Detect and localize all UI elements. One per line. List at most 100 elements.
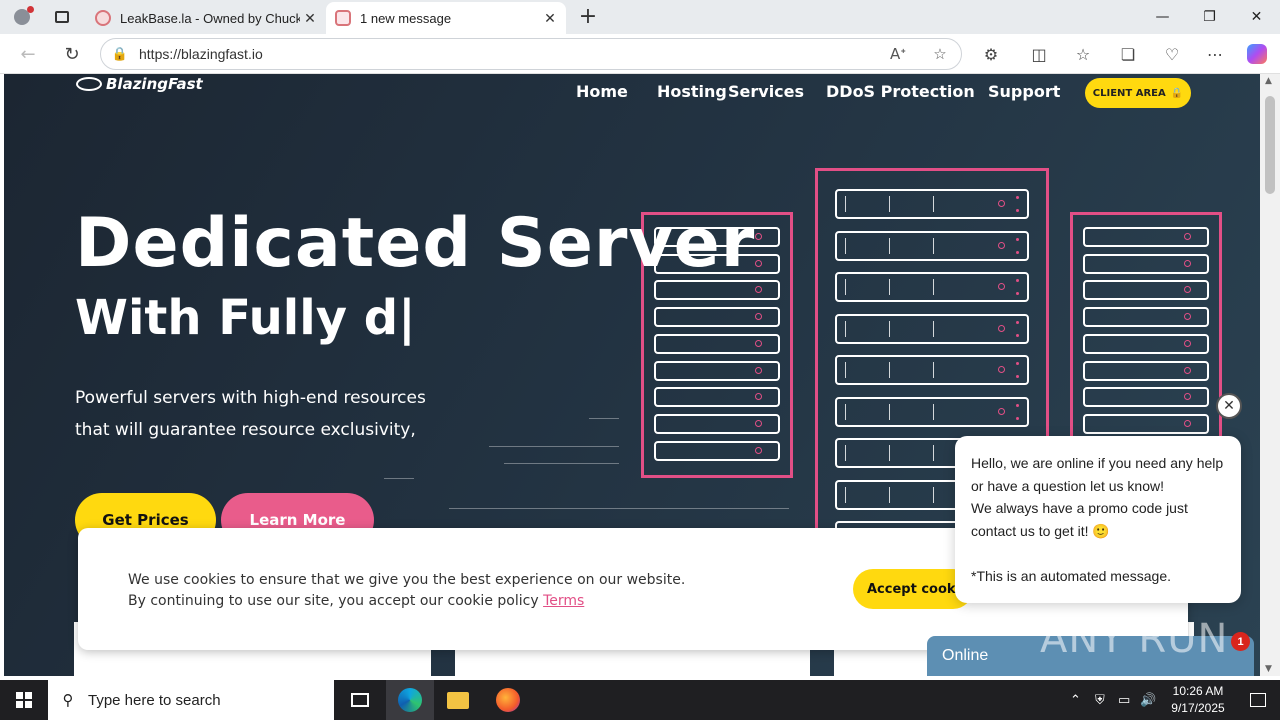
chat-close-icon[interactable]: ✕ xyxy=(1216,393,1242,419)
server-unit xyxy=(1083,307,1209,328)
hero-subtitle: With Fully d| xyxy=(75,290,416,346)
server-unit xyxy=(654,440,780,461)
hero-desc-line: Powerful servers with high-end resources xyxy=(75,388,426,408)
tab-bar: LeakBase.la - Owned by Chucky ✕ 1 new me… xyxy=(0,0,1280,34)
server-unit xyxy=(835,272,1029,302)
chat-text: Hello, we are online if you need any hel… xyxy=(971,455,1224,471)
terms-link[interactable]: Terms xyxy=(543,593,584,609)
url-text[interactable]: https://blazingfast.io xyxy=(139,46,877,62)
close-tab-icon[interactable]: ✕ xyxy=(540,10,560,27)
network-icon[interactable]: ▭ xyxy=(1118,680,1130,720)
site-logo[interactable]: BlazingFast xyxy=(76,74,203,94)
close-tab-icon[interactable]: ✕ xyxy=(300,10,320,27)
security-icon[interactable]: ⛨ xyxy=(1095,680,1105,720)
more-icon[interactable]: ⋯ xyxy=(1200,40,1230,68)
browser-essentials-icon[interactable]: ♡ xyxy=(1157,40,1187,68)
server-unit xyxy=(654,413,780,434)
client-area-button[interactable]: CLIENT AREA 🔒 xyxy=(1085,78,1191,108)
tab-blazingfast[interactable]: 1 new message ✕ xyxy=(326,2,566,34)
extensions-icon[interactable]: ⚙ xyxy=(976,40,1006,68)
scroll-thumb[interactable] xyxy=(1265,96,1275,194)
lock-icon[interactable]: 🔒 xyxy=(101,47,139,62)
copilot-icon[interactable] xyxy=(1242,40,1272,68)
server-unit xyxy=(654,333,780,354)
decor-line xyxy=(589,418,619,419)
page-scrollbar[interactable]: ▲ ▼ xyxy=(1260,74,1280,676)
nav-home[interactable]: Home xyxy=(576,82,628,101)
server-unit xyxy=(1083,227,1209,247)
tray-chevron-icon[interactable]: ⌃ xyxy=(1070,680,1081,720)
chat-text: contact us to get it! 🙂 xyxy=(971,522,1110,539)
decor-line xyxy=(504,463,619,464)
decor-line xyxy=(449,508,789,509)
system-clock[interactable]: 10:26 AM 9/17/2025 xyxy=(1160,683,1236,717)
decor-line xyxy=(384,478,414,479)
search-icon: ⚲ xyxy=(62,691,74,709)
split-screen-icon[interactable]: ◫ xyxy=(1024,40,1054,68)
chat-message-bubble[interactable]: Hello, we are online if you need any hel… xyxy=(955,436,1241,603)
task-view-icon[interactable] xyxy=(336,680,384,720)
refresh-icon[interactable]: ↻ xyxy=(58,40,86,68)
windows-logo-icon xyxy=(16,692,32,708)
tab-title: 1 new message xyxy=(360,10,452,26)
scroll-down-icon[interactable]: ▼ xyxy=(1265,664,1272,674)
lock-icon: 🔒 xyxy=(1170,87,1184,99)
firefox-icon[interactable] xyxy=(484,680,532,720)
tab-title: LeakBase.la - Owned by Chucky xyxy=(120,10,300,26)
server-unit xyxy=(1083,253,1209,274)
tab-actions-icon[interactable] xyxy=(44,0,80,34)
restore-icon[interactable]: ❐ xyxy=(1186,0,1233,34)
clock-date: 9/17/2025 xyxy=(1171,701,1225,715)
new-tab-icon[interactable]: + xyxy=(576,4,600,30)
nav-ddos-protection[interactable]: DDoS Protection xyxy=(826,82,975,101)
start-button[interactable] xyxy=(0,680,48,720)
decor-line xyxy=(489,446,619,447)
chat-text: or have a question let us know! xyxy=(971,477,1165,494)
client-area-label: CLIENT AREA xyxy=(1092,87,1166,99)
taskbar: ⚲ Type here to search ⌃ ⛨ ▭ 🔊 10:26 AM 9… xyxy=(0,680,1280,720)
close-window-icon[interactable]: ✕ xyxy=(1233,0,1280,34)
server-unit xyxy=(1083,387,1209,408)
favorites-icon[interactable]: ☆ xyxy=(1068,40,1098,68)
tab-favicon-icon xyxy=(335,10,351,26)
profile-icon[interactable] xyxy=(0,0,44,34)
nav-hosting[interactable]: Hosting xyxy=(657,82,727,101)
taskbar-search[interactable]: ⚲ Type here to search xyxy=(48,680,334,720)
nav-services[interactable]: Services xyxy=(728,82,804,101)
volume-icon[interactable]: 🔊 xyxy=(1140,680,1156,720)
server-unit xyxy=(1083,413,1209,434)
minimize-icon[interactable]: — xyxy=(1139,0,1186,34)
edge-icon[interactable] xyxy=(386,680,434,720)
favorite-star-icon[interactable]: ☆ xyxy=(919,45,961,63)
read-aloud-icon[interactable]: Aᐩ xyxy=(877,45,919,63)
clock-time: 10:26 AM xyxy=(1172,684,1224,698)
scroll-up-icon[interactable]: ▲ xyxy=(1265,76,1272,86)
tab-favicon-icon xyxy=(95,10,111,26)
server-unit xyxy=(654,360,780,381)
search-placeholder: Type here to search xyxy=(88,691,221,709)
server-unit xyxy=(835,189,1029,219)
back-icon[interactable]: ← xyxy=(14,40,42,68)
server-unit xyxy=(654,280,780,301)
logo-icon xyxy=(76,77,102,91)
server-unit xyxy=(1083,360,1209,381)
logo-text: BlazingFast xyxy=(106,75,203,93)
nav-support[interactable]: Support xyxy=(988,82,1060,101)
hero-desc-line: that will guarantee resource exclusivity… xyxy=(75,420,416,440)
chat-text: We always have a promo code just xyxy=(971,500,1188,516)
server-unit xyxy=(654,307,780,328)
hero-description: Powerful servers with high-end resources… xyxy=(75,382,475,446)
unread-badge: 1 xyxy=(1231,632,1250,651)
watermark-logo: ANY RUN xyxy=(1040,616,1229,662)
address-bar[interactable]: 🔒 https://blazingfast.io Aᐩ ☆ xyxy=(100,38,962,70)
notifications-icon[interactable] xyxy=(1236,680,1280,720)
notification-dot xyxy=(27,6,34,13)
cookie-text: By continuing to use our site, you accep… xyxy=(128,593,584,609)
chat-text: *This is an automated message. xyxy=(971,567,1171,584)
hero-title: Dedicated Server xyxy=(75,204,756,283)
tab-leakbase[interactable]: LeakBase.la - Owned by Chucky ✕ xyxy=(86,2,326,34)
server-unit xyxy=(835,313,1029,344)
collections-icon[interactable]: ❏ xyxy=(1113,40,1143,68)
server-unit xyxy=(835,355,1029,385)
file-explorer-icon[interactable] xyxy=(434,680,482,720)
